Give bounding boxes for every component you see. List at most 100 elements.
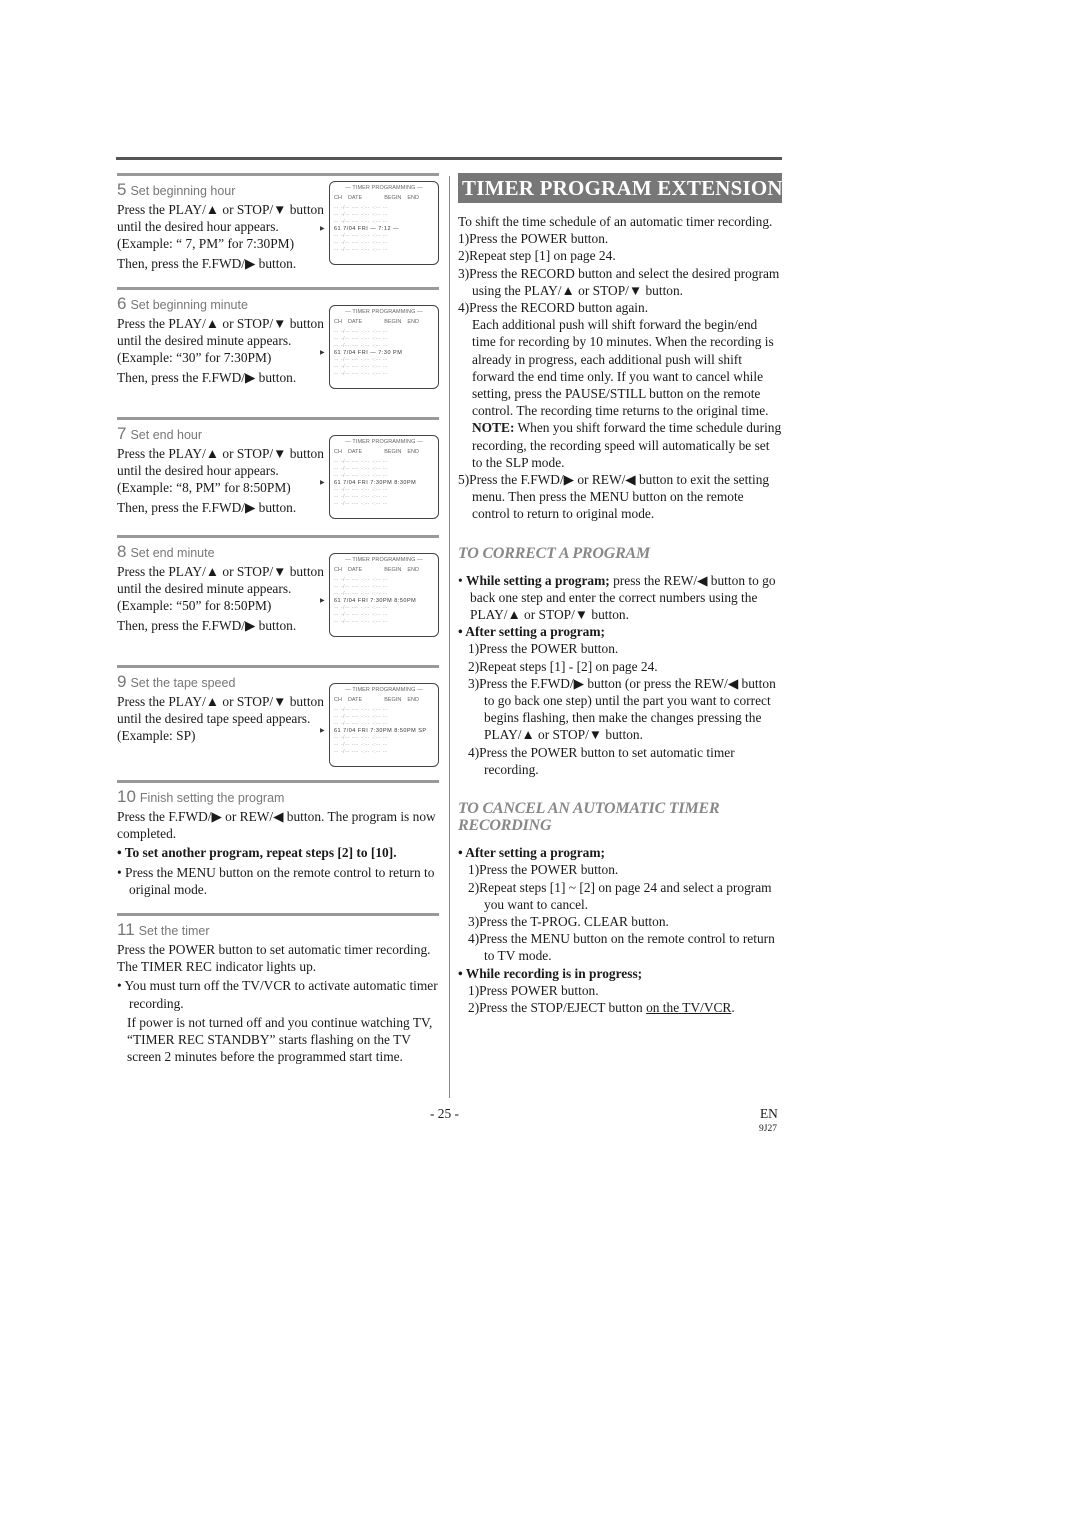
step-rule xyxy=(117,535,439,538)
step-number: 7 xyxy=(117,424,127,443)
bullet-item: • You must turn off the TV/VCR to activa… xyxy=(117,978,438,1011)
language-code: EN xyxy=(760,1106,778,1121)
timer-programming-osd: — TIMER PROGRAMMING — CH DATE BEGIN END … xyxy=(320,181,439,265)
osd-title: — TIMER PROGRAMMING — xyxy=(345,687,423,693)
osd-title: — TIMER PROGRAMMING — xyxy=(345,309,423,315)
cancel-step: 1)Press the POWER button. xyxy=(468,862,619,878)
timer-programming-osd: — TIMER PROGRAMMING — CH DATE BEGIN END … xyxy=(320,683,439,767)
osd-header-date: DATE xyxy=(347,697,363,703)
osd-header-end: END xyxy=(407,319,419,325)
column-divider xyxy=(449,176,450,1098)
osd-header-begin: BEGIN xyxy=(384,319,402,325)
step-body: Press the F.FWD/▶ or REW/◀ button. The p… xyxy=(117,808,439,898)
osd-header-ch: CH xyxy=(334,319,342,325)
step-instruction: Then, press the F.FWD/▶ button. xyxy=(117,255,297,271)
osd-selected-row: 61 7/04 FRI 7:30PM 8:50PM SP xyxy=(320,728,434,735)
cancel-recording-heading: TO CANCEL AN AUTOMATIC TIMER RECORDING xyxy=(458,800,720,835)
osd-header-end: END xyxy=(407,697,419,703)
correct-program-heading: TO CORRECT A PROGRAM xyxy=(458,544,651,562)
bullet-continuation: If power is not turned off and you conti… xyxy=(127,1014,433,1065)
osd-header-ch: CH xyxy=(334,449,342,455)
osd-header-begin: BEGIN xyxy=(384,449,402,455)
step-instruction: Press the PLAY/▲ or STOP/▼ button until … xyxy=(117,694,324,744)
bullet-item: • To set another program, repeat steps [… xyxy=(117,845,397,861)
step-instruction: Press the F.FWD/▶ or REW/◀ button. The p… xyxy=(117,809,436,842)
step-body: Press the PLAY/▲ or STOP/▼ button until … xyxy=(117,315,325,386)
step-11: 11 Set the timer Press the POWER button t… xyxy=(117,913,439,1065)
ext-paragraph: Each additional push will shift forward … xyxy=(472,317,774,419)
osd-header-ch: CH xyxy=(334,567,342,573)
ext-step: 5)Press the F.FWD/▶ or REW/◀ button to e… xyxy=(458,472,770,522)
osd-rows: -- -/-- --- -:-- -:-- -- -- -/-- --- -:-… xyxy=(320,707,434,756)
osd-headers: CH DATE BEGIN END xyxy=(334,195,434,201)
step-number: 10 xyxy=(117,787,136,806)
correct-step: 3)Press the F.FWD/▶ button (or press the… xyxy=(468,675,776,743)
osd-title: — TIMER PROGRAMMING — xyxy=(345,557,423,563)
page-number: - 25 - xyxy=(430,1106,460,1121)
osd-headers: CH DATE BEGIN END xyxy=(334,697,434,703)
osd-headers: CH DATE BEGIN END xyxy=(334,567,434,573)
osd-header-date: DATE xyxy=(347,567,363,573)
cancel-step: 2)Press the STOP/EJECT button on the TV/… xyxy=(468,999,735,1015)
step-title: Set beginning hour xyxy=(130,184,236,198)
ext-step: 3)Press the RECORD button and select the… xyxy=(458,265,780,298)
step-rule xyxy=(117,417,439,420)
intro-text: To shift the time schedule of an automat… xyxy=(458,214,773,229)
osd-rows: -- -/-- --- -:-- -:-- -- -- -/-- --- -:-… xyxy=(320,205,434,254)
step-rule xyxy=(117,913,439,916)
step-instruction: Press the PLAY/▲ or STOP/▼ button until … xyxy=(117,202,324,252)
ext-step: 1)Press the POWER button. xyxy=(458,231,609,247)
step-number: 8 xyxy=(117,542,127,561)
step-instruction: Press the PLAY/▲ or STOP/▼ button until … xyxy=(117,564,324,614)
osd-header-ch: CH xyxy=(334,697,342,703)
correct-step: 1)Press the POWER button. xyxy=(468,641,619,657)
osd-header-date: DATE xyxy=(347,195,363,201)
osd-title: — TIMER PROGRAMMING — xyxy=(345,185,423,191)
step-number: 6 xyxy=(117,294,127,313)
osd-header-begin: BEGIN xyxy=(384,195,402,201)
osd-header-end: END xyxy=(407,567,419,573)
step-instruction: Press the POWER button to set automatic … xyxy=(117,942,431,975)
step-rule xyxy=(117,287,439,290)
section-banner: TIMER PROGRAM EXTENSION xyxy=(458,173,783,203)
osd-rows: -- -/-- --- -:-- -:-- -- -- -/-- --- -:-… xyxy=(320,329,434,378)
note-text: When you shift forward the time schedule… xyxy=(472,420,782,470)
step-body: Press the PLAY/▲ or STOP/▼ button until … xyxy=(117,563,325,634)
step-rule xyxy=(117,780,439,783)
timer-programming-osd: — TIMER PROGRAMMING — CH DATE BEGIN END … xyxy=(320,435,439,519)
correct-step: 4)Press the POWER button to set automati… xyxy=(468,744,735,777)
step-rule xyxy=(117,665,439,668)
left-column: 5 Set beginning hour Press the PLAY/▲ or … xyxy=(117,173,439,1067)
bullet-item: • After setting a program; xyxy=(458,624,605,640)
ext-step: 2)Repeat step [1] on page 24. xyxy=(458,248,616,264)
step-heading: 10 Finish setting the program xyxy=(117,787,439,806)
step-rule xyxy=(117,173,439,176)
bullet-item: • After setting a program; xyxy=(458,845,605,861)
osd-header-date: DATE xyxy=(347,319,363,325)
step-instruction: Press the PLAY/▲ or STOP/▼ button until … xyxy=(117,446,324,496)
step-body: Press the PLAY/▲ or STOP/▼ button until … xyxy=(117,201,325,272)
step-7: 7 Set end hour Press the PLAY/▲ or STOP/▼… xyxy=(117,417,439,535)
osd-rows: -- -/-- --- -:-- -:-- -- -- -/-- --- -:-… xyxy=(320,459,434,508)
ext-step: 4)Press the RECORD button again. xyxy=(458,300,649,316)
step-5: 5 Set beginning hour Press the PLAY/▲ or … xyxy=(117,173,439,287)
document-code: 9J27 xyxy=(759,1124,777,1134)
cancel-step: 2)Repeat steps [1] ~ [2] on page 24 and … xyxy=(468,879,772,912)
osd-headers: CH DATE BEGIN END xyxy=(334,319,434,325)
note-label: NOTE: xyxy=(472,420,515,436)
note: NOTE: When you shift forward the time sc… xyxy=(458,419,782,471)
osd-header-end: END xyxy=(407,195,419,201)
top-rule xyxy=(116,157,782,160)
osd-header-end: END xyxy=(407,449,419,455)
cancel-step: 4)Press the MENU button on the remote co… xyxy=(468,931,775,964)
step-instruction: Press the PLAY/▲ or STOP/▼ button until … xyxy=(117,316,324,366)
step-title: Set beginning minute xyxy=(130,298,248,312)
step-title: Set the tape speed xyxy=(130,676,236,690)
osd-selected-row: 61 7/04 FRI — 7:12 — xyxy=(320,226,434,233)
step-body: Press the PLAY/▲ or STOP/▼ button until … xyxy=(117,693,325,745)
step-title: Set end minute xyxy=(130,546,215,560)
osd-headers: CH DATE BEGIN END xyxy=(334,449,434,455)
step-10: 10 Finish setting the program Press the F… xyxy=(117,780,439,913)
correct-step: 2)Repeat steps [1] - [2] on page 24. xyxy=(468,658,658,674)
osd-selected-row: 61 7/04 FRI 7:30PM 8:50PM xyxy=(320,598,434,605)
